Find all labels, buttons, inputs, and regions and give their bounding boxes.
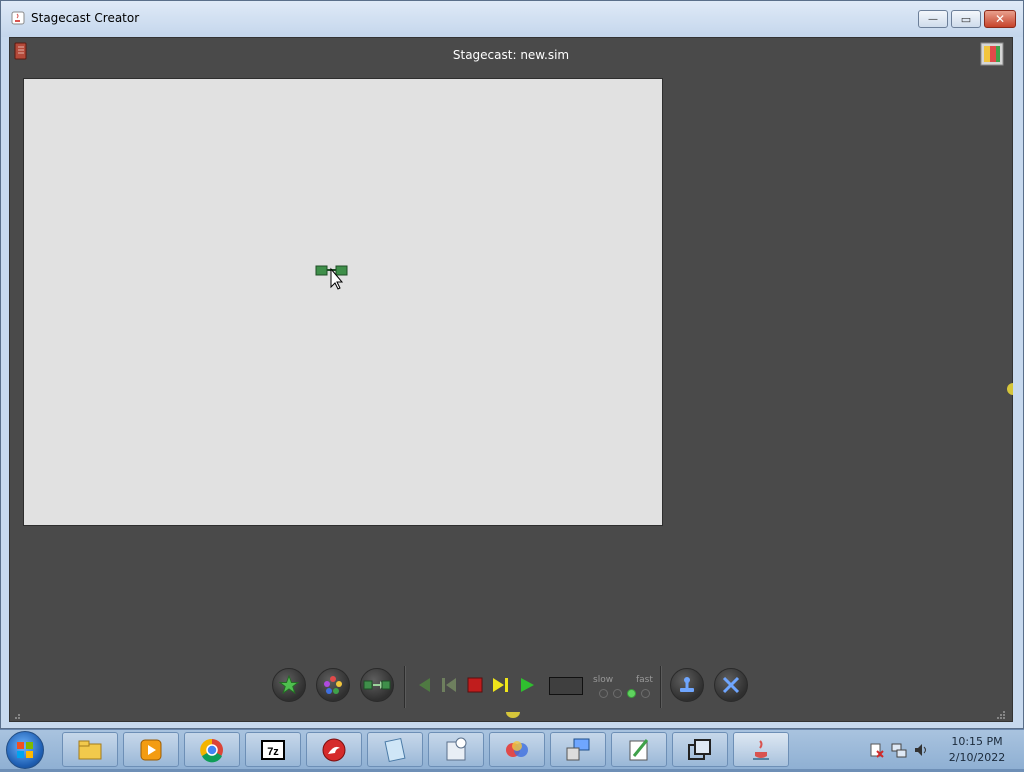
stamp-icon — [680, 677, 694, 692]
new-character-button[interactable] — [272, 668, 306, 702]
stagecast-client-area: Stagecast: new.sim slow fast — [9, 37, 1013, 722]
system-tray: 10:15 PM 2/10/2022 — [865, 730, 1024, 769]
resize-grip-icon[interactable] — [14, 710, 24, 720]
title-bar[interactable]: Stagecast Creator — ▭ ✕ — [1, 1, 1023, 37]
star-icon — [279, 675, 299, 695]
taskbar-item[interactable] — [550, 732, 606, 767]
step-forward-icon[interactable] — [491, 675, 511, 695]
7zip-icon: 7z — [261, 739, 285, 760]
play-icon[interactable] — [518, 675, 536, 695]
speed-slow-label: slow — [593, 675, 614, 685]
tools-icon — [722, 676, 740, 694]
taskbar-item[interactable] — [733, 732, 789, 767]
stop-icon[interactable] — [466, 675, 484, 695]
clock-date: 2/10/2022 — [948, 751, 1006, 764]
palette-icon — [324, 676, 342, 694]
edit-icon — [629, 738, 649, 760]
speed-dot[interactable] — [613, 689, 622, 698]
window-title: Stagecast Creator — [31, 11, 140, 25]
tools-button[interactable] — [714, 668, 748, 702]
java-cup-icon — [11, 11, 25, 25]
calculator-icon — [446, 737, 467, 760]
paint-button[interactable] — [316, 668, 350, 702]
media-player-icon — [140, 739, 162, 760]
control-toolbar: slow fast — [10, 666, 1012, 708]
clock[interactable]: 10:15 PM 2/10/2022 — [937, 734, 1017, 766]
svg-text:7z: 7z — [267, 746, 279, 758]
taskbar-item[interactable] — [367, 732, 423, 767]
document-title: Stagecast: new.sim — [452, 48, 570, 62]
minimize-icon: — — [928, 13, 938, 25]
close-icon: ✕ — [994, 12, 1006, 26]
maximize-button[interactable]: ▭ — [951, 10, 981, 28]
taskbar-item[interactable] — [611, 732, 667, 767]
file-explorer-icon — [78, 740, 102, 759]
stamp-button[interactable] — [670, 668, 704, 702]
taskbar-item[interactable]: 7z — [245, 732, 301, 767]
rule-arrow-icon — [363, 680, 391, 690]
app-window: Stagecast Creator — ▭ ✕ Stagecast: new.s… — [0, 0, 1024, 729]
rewind-icon[interactable] — [440, 675, 458, 695]
red-app-icon — [322, 738, 346, 761]
taskbar-item[interactable] — [428, 732, 484, 767]
chrome-icon — [200, 738, 223, 762]
colorful-app-icon — [506, 740, 528, 757]
speed-dot[interactable] — [641, 689, 650, 698]
sim-character-icon[interactable] — [315, 265, 349, 291]
windows-logo-icon — [17, 742, 33, 758]
minimize-button[interactable]: — — [918, 10, 948, 28]
start-button[interactable] — [6, 731, 44, 769]
taskbar-item[interactable] — [62, 732, 118, 767]
taskbar-item[interactable] — [672, 732, 728, 767]
java-icon — [753, 739, 769, 760]
action-center-icon[interactable] — [869, 742, 885, 758]
panel-handle-icon[interactable] — [1005, 383, 1013, 395]
taskbar-item[interactable] — [489, 732, 545, 767]
network-icon[interactable] — [891, 742, 907, 758]
taskbar: 7z 10:15 PM 2/10/2022 — [0, 729, 1024, 769]
speed-fast-label: fast — [636, 675, 653, 685]
toolbar-separator — [404, 666, 406, 708]
maximize-icon: ▭ — [960, 12, 972, 26]
window-switch-icon — [688, 738, 711, 760]
close-button[interactable]: ✕ — [984, 10, 1016, 28]
remote-desktop-icon — [566, 738, 590, 760]
rule-button[interactable] — [360, 668, 394, 702]
speed-dot[interactable] — [627, 689, 636, 698]
volume-icon[interactable] — [913, 742, 929, 758]
stage[interactable] — [23, 78, 663, 526]
resize-grip-icon[interactable] — [996, 710, 1006, 720]
clock-time: 10:15 PM — [951, 735, 1003, 748]
notepad-icon — [384, 737, 406, 762]
drawer-handle-icon[interactable] — [506, 712, 520, 720]
taskbar-item[interactable] — [123, 732, 179, 767]
gallery-icon[interactable] — [980, 42, 1004, 66]
taskbar-item[interactable] — [306, 732, 362, 767]
taskbar-item[interactable] — [184, 732, 240, 767]
speed-display — [549, 677, 583, 695]
step-back-icon[interactable] — [416, 675, 432, 695]
speed-dot[interactable] — [599, 689, 608, 698]
toolbar-separator — [660, 666, 662, 708]
